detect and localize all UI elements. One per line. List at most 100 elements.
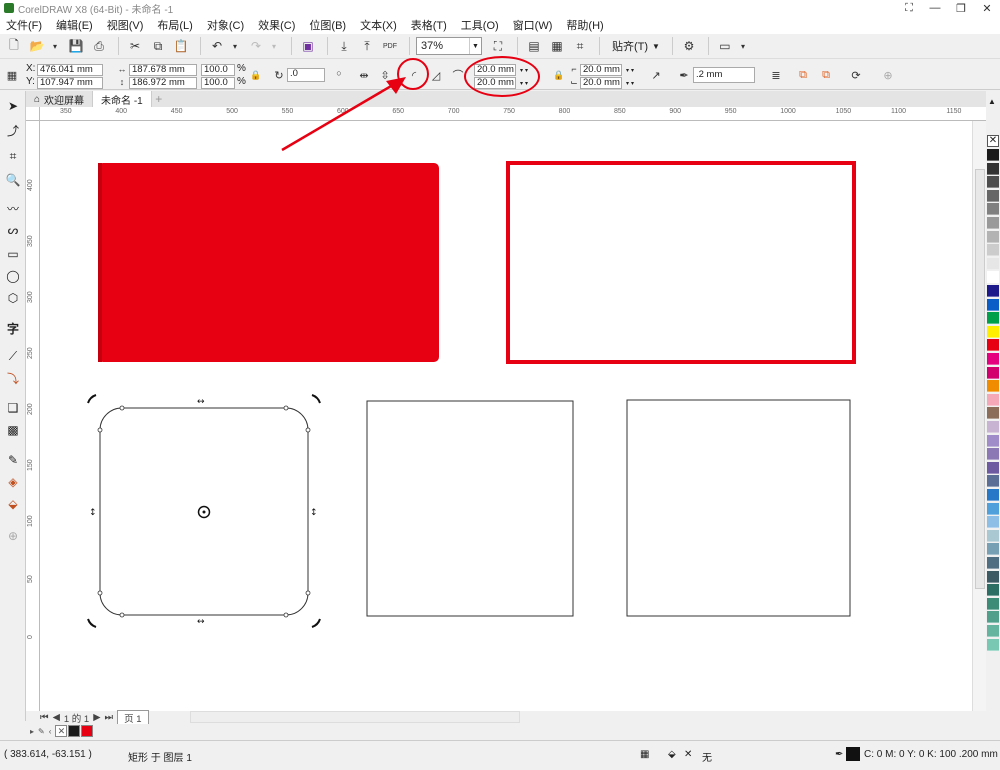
menu-effects[interactable]: 效果(C) (258, 17, 295, 33)
interactive-fill-icon[interactable]: ◈ (4, 473, 22, 491)
palette-swatch[interactable] (987, 461, 999, 474)
menu-table[interactable]: 表格(T) (411, 17, 447, 33)
horizontal-ruler[interactable]: 350 400 450 500 550 600 650 700 750 800 850 900 950 1… (40, 107, 986, 121)
application-launcher-icon[interactable]: ▭ (715, 36, 735, 56)
corner-lock-icon[interactable]: 🔒 (551, 67, 567, 83)
first-page-icon[interactable]: ⏮ (40, 712, 49, 723)
red-swatch[interactable] (81, 725, 94, 737)
previous-page-icon[interactable]: ◀ (53, 712, 60, 723)
menu-object[interactable]: 对象(C) (207, 17, 244, 33)
eyedropper-icon[interactable]: ✎ (4, 451, 22, 469)
red-outline-rectangle[interactable] (506, 161, 856, 364)
fill-bucket-icon[interactable]: ⬙ (668, 749, 676, 760)
object-origin-icon[interactable]: ▦ (4, 67, 20, 83)
convert-to-curves-icon[interactable]: ⟳ (848, 67, 864, 83)
menu-bitmaps[interactable]: 位图(B) (309, 17, 346, 33)
palette-swatch[interactable] (987, 312, 999, 325)
freehand-tool-icon[interactable]: 〰 (4, 199, 22, 217)
paste-icon[interactable]: 📋 (171, 36, 191, 56)
spin-arrows-icon[interactable]: ▾▾ (622, 64, 640, 76)
palette-swatch[interactable] (987, 217, 999, 229)
palette-swatch[interactable] (987, 149, 999, 161)
launcher-dropdown-icon[interactable]: ▾ (738, 36, 748, 56)
text-tool-icon[interactable]: 字 (4, 319, 22, 337)
shape-tool-icon[interactable]: ⤴ (4, 121, 22, 139)
palette-swatch[interactable] (987, 353, 999, 365)
ellipse-tool-icon[interactable]: ◯ (4, 267, 22, 285)
full-screen-preview-icon[interactable]: ⛶ (488, 36, 508, 56)
ruler-origin[interactable] (26, 107, 40, 121)
menu-edit[interactable]: 编辑(E) (56, 17, 93, 33)
transparency-icon[interactable]: ▩ (4, 421, 22, 439)
export-icon[interactable]: ⤒ (357, 36, 377, 56)
palette-swatch[interactable] (987, 584, 999, 597)
menu-help[interactable]: 帮助(H) (566, 17, 603, 33)
spin-arrows-icon[interactable]: ▾▾ (622, 77, 640, 89)
show-rulers-icon[interactable]: ▤ (524, 36, 544, 56)
redo-icon[interactable]: ↷ (246, 36, 266, 56)
scale-y-input[interactable]: 100.0 (201, 77, 235, 89)
rectangle-tool-icon[interactable]: ▭ (4, 245, 22, 263)
search-content-icon[interactable]: ▣ (298, 36, 318, 56)
scalloped-corner-icon[interactable]: ◿ (428, 67, 444, 83)
parallel-dimension-icon[interactable]: ⟋ (4, 347, 22, 365)
palette-swatch[interactable] (987, 597, 999, 610)
relative-corner-scaling-icon[interactable]: ↗ (648, 67, 664, 83)
page-tab[interactable]: 页 1 (117, 710, 149, 725)
plain-rectangle-middle[interactable] (366, 400, 574, 617)
palette-swatch[interactable] (987, 611, 999, 624)
menu-window[interactable]: 窗口(W) (513, 17, 553, 33)
palette-swatch[interactable] (987, 366, 999, 379)
palette-swatch[interactable] (987, 557, 999, 569)
menu-file[interactable]: 文件(F) (6, 17, 42, 33)
corner-radius-bottom-right-input[interactable]: 20.0 mm (580, 77, 622, 89)
palette-swatch[interactable] (987, 434, 999, 447)
menu-text[interactable]: 文本(X) (360, 17, 397, 33)
open-dropdown-icon[interactable]: ▾ (50, 36, 60, 56)
close-button[interactable]: ✕ (974, 0, 1000, 16)
outline-width-select[interactable]: .2 mm (693, 67, 755, 83)
palette-swatch[interactable] (987, 421, 999, 433)
no-color-swatch[interactable]: ✕ (55, 725, 68, 737)
palette-scroll-up-icon[interactable]: ▲ (988, 97, 996, 106)
palette-swatch[interactable] (987, 339, 999, 352)
options-gear-icon[interactable]: ⚙ (679, 36, 699, 56)
black-swatch[interactable] (68, 725, 81, 737)
to-front-icon[interactable]: ⧉ (795, 67, 811, 83)
scale-x-input[interactable]: 100.0 (201, 64, 235, 76)
palette-swatch[interactable] (987, 257, 999, 270)
palette-swatch[interactable] (987, 325, 999, 338)
palette-back-icon[interactable]: ‹ (49, 727, 52, 736)
artistic-media-icon[interactable]: ᔕ (4, 221, 22, 239)
palette-swatch[interactable] (987, 407, 999, 420)
to-back-icon[interactable]: ⧉ (818, 67, 834, 83)
palette-swatch[interactable] (987, 393, 999, 406)
show-grid-icon[interactable]: ▦ (547, 36, 567, 56)
palette-arrow-icon[interactable]: ▸ (30, 727, 34, 736)
zoom-level-select[interactable]: 37% ▼ (416, 37, 482, 55)
show-guidelines-icon[interactable]: ⌗ (570, 36, 590, 56)
tab-untitled-document[interactable]: 未命名 -1 (93, 91, 152, 107)
new-document-icon[interactable]: 🗋 (4, 36, 24, 56)
restore-button[interactable]: ❐ (948, 0, 974, 16)
palette-swatch[interactable] (987, 475, 999, 488)
minimize-button[interactable]: — (922, 0, 948, 16)
vertical-scrollbar[interactable] (972, 121, 986, 711)
redo-dropdown-icon[interactable]: ▾ (269, 36, 279, 56)
drawing-canvas[interactable]: ↔ ↔ ↕ ↕ (40, 121, 972, 711)
add-tool-icon[interactable]: ⊕ (4, 527, 22, 545)
palette-swatch[interactable] (987, 502, 999, 515)
vertical-ruler[interactable]: 400 350 300 250 200 150 100 50 0 (26, 121, 40, 711)
open-folder-icon[interactable]: 📂 (27, 36, 47, 56)
new-tab-icon[interactable]: + (152, 92, 166, 106)
wrap-text-icon[interactable]: ≣ (768, 67, 784, 83)
palette-swatch[interactable] (987, 489, 999, 501)
cut-icon[interactable]: ✂ (125, 36, 145, 56)
snap-to-menu[interactable]: 贴齐(T) ▼ (612, 38, 660, 54)
last-page-icon[interactable]: ⏭ (105, 712, 114, 723)
outline-color-swatch[interactable] (846, 747, 860, 761)
fullscreen-icon[interactable]: ⛶ (896, 0, 922, 16)
palette-swatch[interactable] (987, 244, 999, 257)
palette-swatch[interactable] (987, 448, 999, 461)
next-page-icon[interactable]: ▶ (93, 712, 100, 723)
